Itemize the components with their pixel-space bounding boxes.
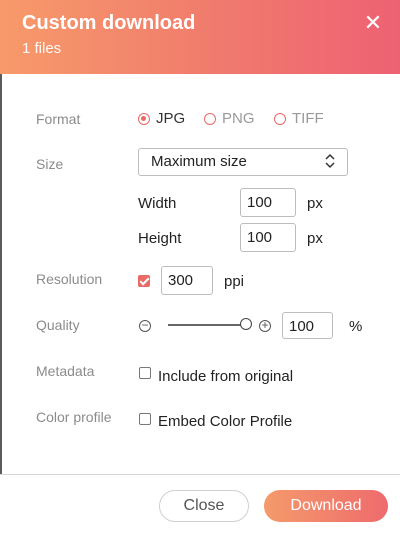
resolution-label: Resolution — [36, 271, 103, 287]
dialog-subtitle: 1 files — [22, 40, 62, 57]
height-input[interactable]: 100 — [240, 223, 296, 252]
radio-jpg[interactable] — [138, 112, 150, 125]
color-profile-label: Color profile — [36, 409, 112, 425]
height-unit: px — [307, 230, 323, 247]
color-profile-checkbox-label: Embed Color Profile — [158, 413, 293, 430]
minus-icon[interactable]: − — [139, 319, 151, 332]
quality-input[interactable]: 100 — [282, 312, 333, 339]
download-button[interactable]: Download — [264, 490, 388, 522]
size-select[interactable]: Maximum size — [138, 148, 348, 176]
chevron-up-down-icon — [325, 153, 335, 174]
metadata-label: Metadata — [36, 363, 95, 379]
format-jpg-label: JPG — [156, 110, 186, 127]
radio-tiff[interactable] — [274, 112, 286, 125]
quality-label: Quality — [36, 317, 80, 333]
format-option-jpg[interactable]: JPG — [138, 110, 185, 127]
close-icon[interactable]: ✕ — [362, 12, 384, 34]
quality-slider-thumb[interactable] — [240, 318, 252, 330]
height-label: Height — [138, 230, 182, 247]
format-tiff-label: TIFF — [292, 110, 324, 127]
format-label: Format — [36, 111, 81, 127]
left-border — [0, 74, 2, 475]
width-unit: px — [307, 195, 323, 212]
metadata-checkbox-label: Include from original — [158, 368, 294, 385]
format-option-tiff[interactable]: TIFF — [274, 110, 324, 127]
radio-png[interactable] — [204, 112, 216, 125]
resolution-checkbox[interactable] — [138, 275, 150, 287]
dialog-title: Custom download — [22, 12, 196, 34]
plus-icon[interactable]: + — [259, 319, 271, 332]
quality-unit: % — [349, 318, 363, 335]
width-input[interactable]: 100 — [240, 188, 296, 217]
quality-slider-track[interactable] — [168, 324, 248, 326]
metadata-checkbox[interactable] — [139, 367, 151, 379]
format-png-label: PNG — [222, 110, 255, 127]
custom-download-dialog: Custom download 1 files ✕ Format JPG PNG… — [0, 0, 400, 535]
dialog-header: Custom download 1 files ✕ — [0, 0, 400, 74]
size-select-value: Maximum size — [151, 153, 247, 170]
size-label: Size — [36, 156, 64, 172]
width-label: Width — [138, 195, 177, 212]
resolution-input[interactable]: 300 — [161, 266, 213, 295]
color-profile-checkbox[interactable] — [139, 413, 151, 425]
footer-divider — [0, 474, 400, 475]
format-option-png[interactable]: PNG — [204, 110, 255, 127]
resolution-unit: ppi — [224, 273, 245, 290]
close-button[interactable]: Close — [159, 490, 249, 522]
